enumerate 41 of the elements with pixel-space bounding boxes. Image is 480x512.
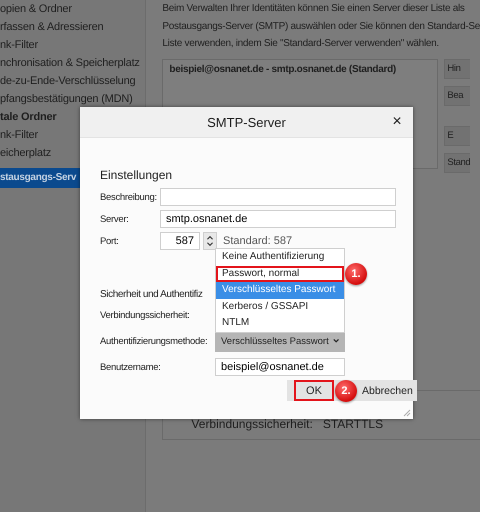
dialog-title: SMTP-Server: [207, 114, 286, 130]
text-field[interactable]: smtp.osnanet.de: [160, 210, 396, 228]
details-label: Verbindungssicherheit:: [191, 417, 313, 431]
dropdown-option[interactable]: Keine Authentifizierung: [216, 249, 344, 266]
port-hint: Standard: 587: [223, 235, 292, 247]
resize-grip-icon: [403, 409, 411, 417]
dropdown-option[interactable]: Verschlüsseltes Passwort: [216, 282, 344, 298]
sidebar-item[interactable]: nchronisation & Speicherplatz: [0, 54, 146, 72]
description-text: Beim Verwalten Ihrer Identitäten können Sie einen Server dieser Liste als: [162, 2, 466, 16]
text-field[interactable]: beispiel@osnanet.de: [215, 358, 345, 376]
details-value: STARTTLS: [322, 417, 384, 431]
port-field[interactable]: 587: [160, 232, 200, 250]
dropdown-option[interactable]: Passwort, normal: [216, 266, 344, 282]
text-field[interactable]: [160, 188, 396, 206]
field-label: Authentifizierungsmethode:: [100, 336, 208, 346]
description-text: Liste verwenden, indem Sie "Standard-Server verwenden" wählen.: [162, 37, 440, 51]
server-row[interactable]: beispiel@osnanet.de - smtp.osnanet.de (Standard): [169, 62, 432, 76]
close-button[interactable]: ×: [387, 112, 407, 132]
field-label: Port:: [100, 236, 120, 246]
sidebar-item[interactable]: pfangsbestätigungen (MDN): [0, 90, 146, 108]
field-label: Server:: [100, 214, 130, 224]
callout-badge: 1.: [345, 262, 367, 285]
side-button[interactable]: E: [444, 126, 470, 146]
dialog-button[interactable]: OK: [294, 380, 334, 401]
sidebar-item[interactable]: opien & Ordner: [0, 0, 146, 18]
sidebar-item[interactable]: rfassen & Adressieren: [0, 18, 146, 36]
spinner-icon[interactable]: [203, 232, 217, 250]
chevron-icon: [332, 338, 339, 344]
dropdown-option[interactable]: Kerberos / GSSAPI: [216, 298, 344, 315]
field-label: Verbindungssicherheit:: [100, 310, 191, 320]
side-button[interactable]: Stand: [444, 152, 470, 172]
section-heading: Sicherheit und Authentifiz: [100, 289, 202, 300]
callout-badge: 2.: [335, 380, 357, 402]
sidebar-item[interactable]: nk-Filter: [0, 36, 146, 54]
description-text: Postausgangs-Server (SMTP) auswählen oder Sie können den Standard-Se: [162, 20, 480, 34]
dropdown-option[interactable]: NTLM: [216, 315, 344, 332]
field-label: Benutzername:: [100, 362, 162, 372]
side-button[interactable]: Hin: [444, 58, 470, 78]
sidebar-item[interactable]: de-zu-Ende-Verschlüsselung: [0, 72, 146, 90]
side-button[interactable]: Bea: [444, 86, 470, 106]
field-label: Beschreibung:: [100, 192, 158, 202]
